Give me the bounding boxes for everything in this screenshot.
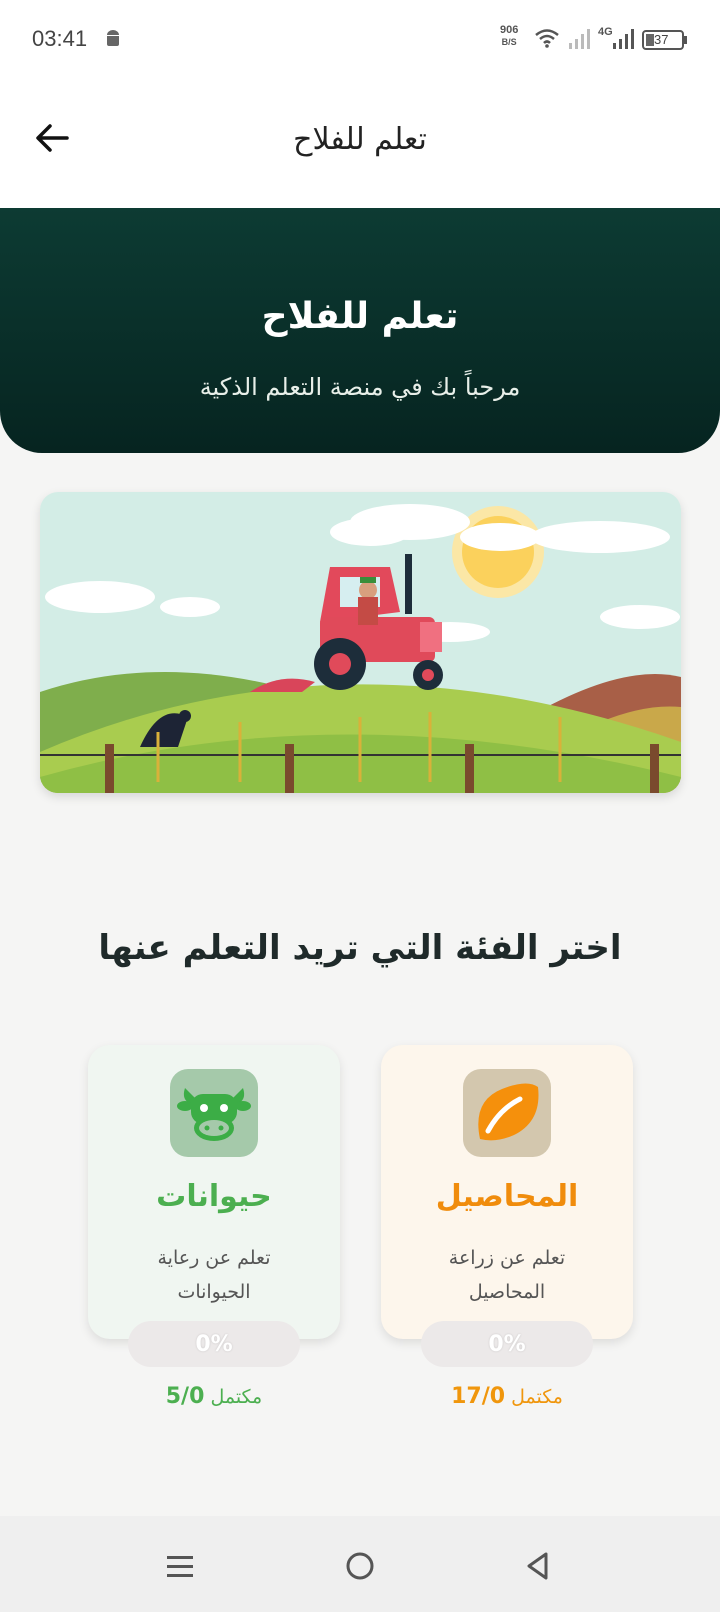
count-value: 5/0	[165, 1384, 205, 1409]
card-description: تعلم عن رعاية الحيوانات	[157, 1247, 271, 1303]
system-back-button[interactable]	[516, 1544, 560, 1588]
home-circle-icon	[346, 1552, 374, 1580]
signal-icon-1	[568, 28, 590, 54]
recent-apps-button[interactable]	[158, 1544, 202, 1588]
animals-progress: 0%	[128, 1321, 300, 1367]
card-title: المحاصيل	[435, 1179, 579, 1214]
hero-subtitle: مرحباً بك في منصة التعلم الذكية	[199, 373, 521, 401]
android-icon	[104, 28, 122, 52]
farmer-banner-image	[40, 492, 681, 793]
hero-title: تعلم للفلاح	[261, 296, 459, 337]
crops-progress: 0%	[421, 1321, 593, 1367]
card-title: حيوانات	[156, 1179, 272, 1214]
crops-icon-box	[463, 1069, 551, 1157]
battery-level: 37	[654, 32, 669, 47]
count-value: 17/0	[451, 1384, 506, 1409]
battery-icon: 37	[642, 30, 684, 50]
animals-icon-box	[170, 1069, 258, 1157]
battery-tip	[684, 36, 687, 44]
net-speed-value: 906	[500, 24, 519, 36]
hero-header: تعلم للفلاح مرحباً بك في منصة التعلم الذ…	[0, 208, 720, 453]
back-triangle-icon	[527, 1552, 548, 1580]
signal-icon-2	[612, 28, 634, 54]
wifi-icon	[535, 28, 559, 52]
home-button[interactable]	[338, 1544, 382, 1588]
network-type: 4G	[598, 26, 613, 38]
count-suffix: مكتمل	[210, 1386, 263, 1408]
crops-completed-count: 17/0 مكتمل	[381, 1384, 633, 1409]
farmer-tractor-illustration	[40, 492, 681, 793]
app-title: تعلم للفلاح	[293, 122, 427, 157]
net-speed-unit: B/S	[501, 37, 517, 47]
app-bar: تعلم للفلاح	[0, 84, 720, 208]
net-speed: 906 B/S	[500, 24, 518, 48]
card-description: تعلم عن زراعة المحاصيل	[448, 1247, 566, 1303]
menu-icon	[167, 1556, 193, 1577]
system-nav-bar	[0, 1516, 720, 1612]
leaf-icon	[478, 1083, 539, 1141]
status-time: 03:41	[32, 26, 88, 51]
count-suffix: مكتمل	[511, 1386, 563, 1408]
animals-completed-count: 5/0 مكتمل	[88, 1384, 340, 1409]
cow-icon	[177, 1088, 251, 1141]
category-card-crops[interactable]: المحاصيل تعلم عن زراعة المحاصيل	[381, 1045, 633, 1339]
status-bar: 03:41 906 B/S 4G 37	[0, 0, 720, 84]
section-title: اختر الفئة التي تريد التعلم عنها	[98, 928, 622, 968]
category-card-animals[interactable]: حيوانات تعلم عن رعاية الحيوانات	[88, 1045, 340, 1339]
